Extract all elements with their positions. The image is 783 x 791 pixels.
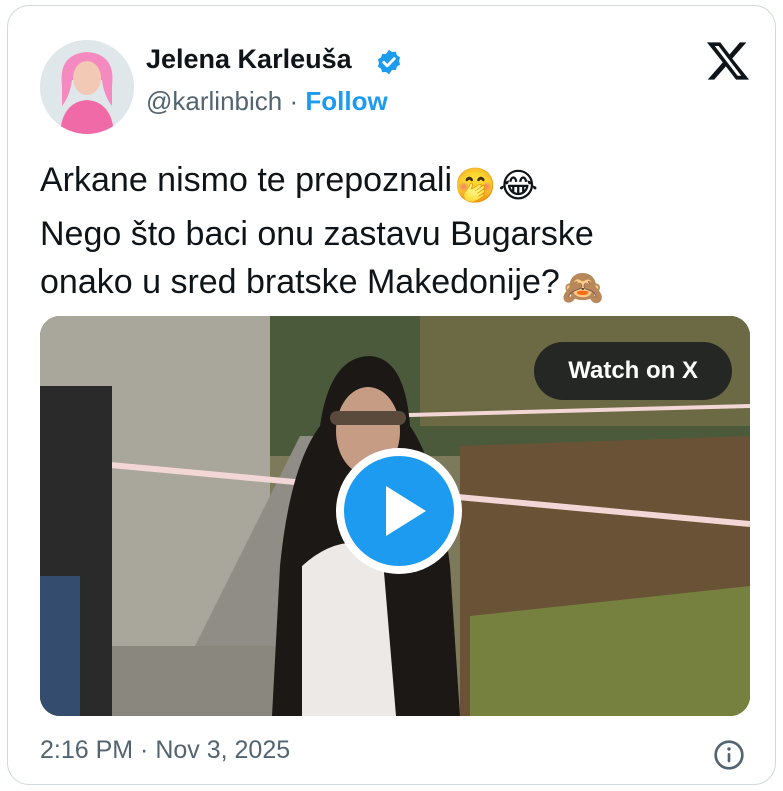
tweet-card[interactable]: Jelena Karleuša @karlinbich · Follow Ark… xyxy=(7,5,776,785)
video-thumbnail[interactable]: Watch on X xyxy=(40,316,750,716)
info-icon[interactable] xyxy=(713,739,745,771)
tweet-line-1-text: Arkane nismo te prepoznali xyxy=(40,161,453,199)
play-icon xyxy=(386,486,426,536)
tweet-line-3-text: onako u sred bratske Makedonije? xyxy=(40,263,560,301)
handle-separator: · xyxy=(289,86,299,116)
tweet-line-3: onako u sred bratske Makedonije?🙈 xyxy=(40,258,760,312)
see-no-evil-monkey-emoji: 🙈 xyxy=(561,269,605,307)
author-name[interactable]: Jelena Karleuša xyxy=(146,44,352,75)
author-handle[interactable]: @karlinbich xyxy=(146,86,282,116)
face-with-tears-of-joy-emoji: 😂 xyxy=(498,167,539,205)
tweet-line-1: Arkane nismo te prepoznali🤭😂 xyxy=(40,156,760,210)
author-avatar[interactable] xyxy=(40,40,134,134)
verified-badge-icon xyxy=(377,49,401,75)
tweet-text: Arkane nismo te prepoznali🤭😂 Nego što ba… xyxy=(40,156,760,312)
tweet-timestamp[interactable]: 2:16 PM · Nov 3, 2025 xyxy=(40,736,290,765)
x-logo-icon[interactable] xyxy=(705,38,751,84)
face-with-hand-over-mouth-emoji: 🤭 xyxy=(454,167,497,205)
play-button[interactable] xyxy=(336,448,462,574)
follow-link[interactable]: Follow xyxy=(305,86,387,116)
watch-on-x-button[interactable]: Watch on X xyxy=(534,342,732,400)
author-handle-row: @karlinbich · Follow xyxy=(146,86,388,117)
tweet-line-2: Nego što baci onu zastavu Bugarske xyxy=(40,215,594,253)
play-button-inner xyxy=(344,456,454,566)
